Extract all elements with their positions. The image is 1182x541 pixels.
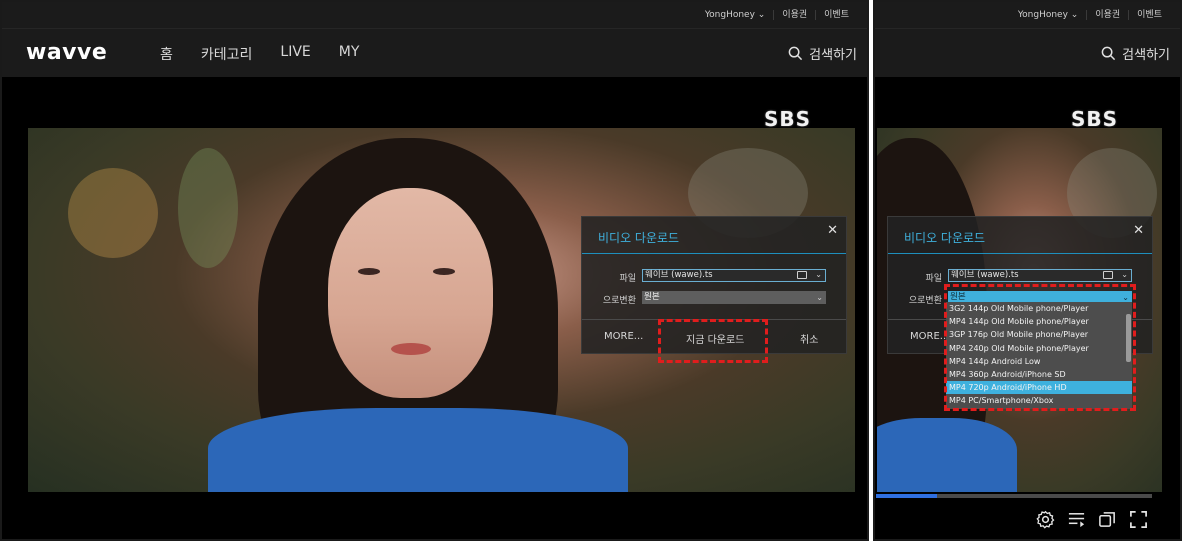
bokeh-light [68, 168, 158, 258]
folder-icon[interactable] [797, 271, 807, 279]
file-field[interactable]: 웨이브 (wawe).ts ⌄ [948, 269, 1132, 282]
dialog-divider [582, 253, 846, 254]
utility-bar: YongHoney ⌄ 이용권 이벤트 [2, 2, 867, 28]
nav-category[interactable]: 카테고리 [201, 44, 253, 64]
lips-shape [391, 343, 431, 355]
file-field[interactable]: 웨이브 (wawe).ts ⌄ [642, 269, 826, 282]
chevron-down-icon[interactable]: ⌄ [1121, 269, 1128, 280]
event-link[interactable]: 이벤트 [815, 10, 857, 20]
dialog-title: 비디오 다운로드 [904, 231, 986, 245]
player-controls [1036, 510, 1148, 529]
pip-icon[interactable] [1098, 510, 1117, 529]
progress-bar[interactable] [876, 494, 1152, 498]
bokeh-light [178, 148, 238, 268]
broadcaster-logo: SBS [1071, 107, 1119, 131]
shirt-shape [877, 418, 1017, 492]
eye-shape [358, 268, 380, 275]
search-label: 검색하기 [1122, 48, 1170, 63]
settings-icon[interactable] [1036, 510, 1055, 529]
face-shape [328, 188, 493, 398]
format-select[interactable]: 원본 ⌄ [642, 291, 826, 304]
file-value: 웨이브 (wawe).ts [951, 270, 1019, 280]
user-menu[interactable]: YongHoney ⌄ [697, 10, 773, 20]
file-value: 웨이브 (wawe).ts [645, 270, 713, 280]
highlight-download-button [658, 319, 768, 363]
fullscreen-icon[interactable] [1129, 510, 1148, 529]
convert-label: 으로변환 [602, 296, 636, 306]
main-nav: wavve 홈 카테고리 LIVE MY 검색하기 [2, 28, 867, 77]
nav-links: 홈 카테고리 LIVE MY [160, 44, 359, 64]
utility-bar: YongHoney ⌄ 이용권 이벤트 [875, 2, 1180, 28]
folder-icon[interactable] [1103, 271, 1113, 279]
shirt-shape [208, 408, 628, 492]
file-label: 파일 [925, 274, 942, 284]
cancel-button[interactable]: 취소 [800, 331, 818, 346]
user-menu[interactable]: YongHoney ⌄ [1010, 10, 1086, 20]
event-link[interactable]: 이벤트 [1128, 10, 1170, 20]
format-select-value: 원본 [644, 292, 660, 302]
close-icon[interactable]: ✕ [827, 223, 838, 238]
search-label: 검색하기 [809, 48, 857, 63]
progress-fill [876, 494, 937, 498]
close-icon[interactable]: ✕ [1133, 223, 1144, 238]
pass-link[interactable]: 이용권 [773, 10, 815, 20]
more-button[interactable]: MORE... [604, 331, 643, 342]
file-label: 파일 [619, 274, 636, 284]
convert-label: 으로변환 [908, 296, 942, 306]
main-nav: 검색하기 [875, 28, 1180, 77]
pass-link[interactable]: 이용권 [1086, 10, 1128, 20]
playlist-icon[interactable] [1067, 510, 1086, 529]
chevron-down-icon: ⌄ [816, 293, 823, 302]
broadcaster-logo: SBS [764, 107, 812, 131]
dialog-title: 비디오 다운로드 [598, 231, 680, 245]
search-icon [1101, 46, 1116, 61]
chevron-down-icon[interactable]: ⌄ [815, 269, 822, 280]
wavve-logo[interactable]: wavve [26, 40, 107, 65]
search-button[interactable]: 검색하기 [788, 44, 857, 63]
eye-shape [433, 268, 455, 275]
search-button[interactable]: 검색하기 [1101, 44, 1170, 63]
dialog-divider [888, 253, 1152, 254]
highlight-format-list [944, 284, 1136, 411]
search-icon [788, 46, 803, 61]
nav-home[interactable]: 홈 [160, 44, 173, 64]
nav-live[interactable]: LIVE [280, 44, 310, 64]
nav-my[interactable]: MY [339, 44, 360, 64]
